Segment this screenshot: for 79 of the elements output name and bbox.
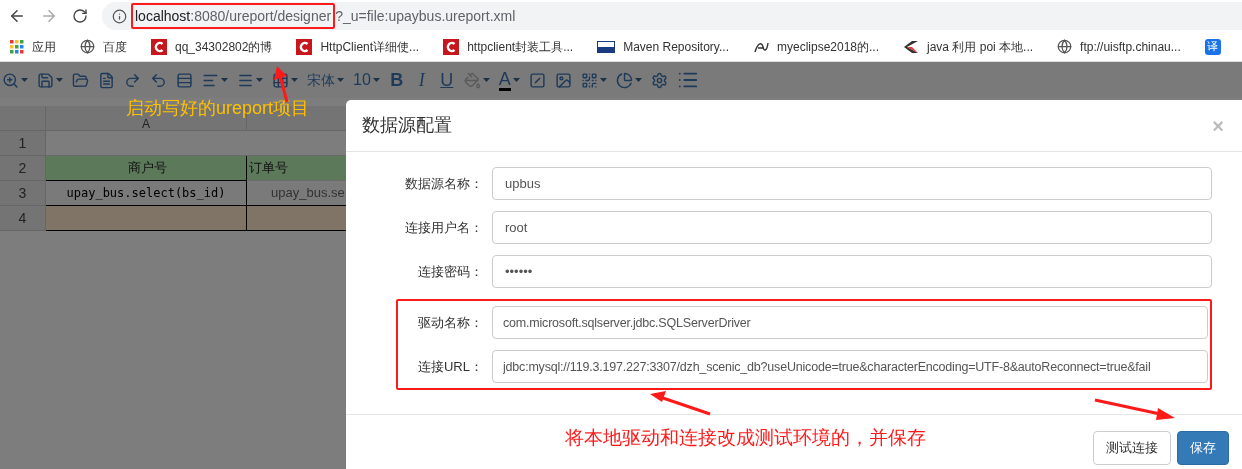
save-icon[interactable] xyxy=(37,71,54,89)
input-field[interactable]: jdbc:mysql://119.3.197.227:3307/dzh_scenic_db?useUnicode=true&characterEncoding=UTF-8&autoReconnect=true&fail xyxy=(492,350,1208,383)
caret-icon xyxy=(256,78,263,82)
address-field[interactable]: localhost:8080/ureport/designer ?_u=file:upaybus.ureport.xml xyxy=(102,2,1242,30)
image-icon[interactable] xyxy=(554,71,572,89)
reload-button[interactable] xyxy=(72,8,88,24)
bookmark[interactable]: qq_34302802的博 xyxy=(151,37,273,56)
row-header: 2 xyxy=(0,156,46,181)
document-icon[interactable] xyxy=(98,71,115,89)
folder-icon[interactable] xyxy=(72,71,89,89)
caret-icon xyxy=(221,78,228,82)
field-label: 数据源名称： xyxy=(404,174,484,193)
settings-icon[interactable] xyxy=(650,71,668,89)
bookmark-label: 应用 xyxy=(32,38,56,56)
row-header: 1 xyxy=(0,131,46,156)
field-label: 连接URL： xyxy=(417,357,484,376)
bookmark[interactable]: myeclipse2018的... xyxy=(753,37,880,56)
letter-c-logo-icon xyxy=(296,38,313,55)
caret-icon xyxy=(56,78,63,82)
bookmark-label: HttpClient详细使... xyxy=(320,38,420,56)
rows-icon[interactable] xyxy=(176,71,193,89)
input-field[interactable]: com.microsoft.sqlserver.jdbc.SQLServerDriver xyxy=(492,306,1208,339)
bookmark[interactable]: HttpClient详细使... xyxy=(296,37,420,56)
url-text: ?_u=file:upaybus.ureport.xml xyxy=(335,6,516,26)
caret-icon xyxy=(372,78,380,82)
url-text: localhost:8080/ureport/designer xyxy=(135,6,332,26)
letter-c-logo-icon xyxy=(151,38,167,55)
input-field[interactable]: root xyxy=(492,211,1212,244)
letter-c-logo-icon xyxy=(443,38,460,55)
caret-icon xyxy=(599,78,607,82)
bookmark[interactable]: java 利用 poi 本地... xyxy=(903,37,1034,56)
bookmark-label: java 利用 poi 本地... xyxy=(927,38,1034,56)
maven-logo-icon xyxy=(597,40,616,53)
back-button[interactable] xyxy=(8,7,26,25)
caret-icon xyxy=(291,78,298,82)
row-header: 4 xyxy=(0,206,46,231)
annotation-text: 将本地驱动和连接改成测试环境的，并保存 xyxy=(565,426,926,450)
bookmark-label: Maven Repository... xyxy=(623,38,729,56)
field-label: 连接密码： xyxy=(417,262,484,281)
annotation-text: 启动写好的ureport项目 xyxy=(126,99,310,117)
bookmark-label: 百度 xyxy=(103,38,127,56)
preview-icon[interactable] xyxy=(2,71,19,89)
caret-icon xyxy=(512,78,520,82)
bookmark-label: httpclient封装工具... xyxy=(467,38,574,56)
caret-icon xyxy=(482,78,490,82)
bookmark[interactable]: 百度 xyxy=(80,37,127,56)
redo-icon[interactable] xyxy=(124,71,141,89)
bookmark[interactable]: Maven Repository... xyxy=(597,37,729,56)
clear-border-icon[interactable] xyxy=(528,71,546,89)
forward-button[interactable] xyxy=(40,7,58,25)
bookmark[interactable]: ftp://uisftp.chinau... xyxy=(1057,37,1181,56)
pie-chart-icon[interactable] xyxy=(615,71,633,89)
field-label: 连接用户名： xyxy=(404,218,484,237)
globe-icon xyxy=(80,39,95,54)
caret-icon xyxy=(21,78,28,82)
apps-grid-icon xyxy=(10,39,24,54)
caret-icon xyxy=(634,78,642,82)
bookmark[interactable]: 应用 xyxy=(10,37,56,56)
translate-icon[interactable]: 译 xyxy=(1204,38,1221,55)
test-connection-button[interactable]: 测试连接 xyxy=(1093,431,1171,465)
bookmark-label: myeclipse2018的... xyxy=(777,38,880,56)
bookmark-label: qq_34302802的博 xyxy=(175,38,273,56)
save-button[interactable]: 保存 xyxy=(1177,431,1229,465)
qr-code-icon[interactable] xyxy=(580,71,598,89)
table-cell: 商户号 xyxy=(46,156,247,181)
bookmark-label: ftp://uisftp.chinau... xyxy=(1080,38,1181,56)
field-label: 驱动名称： xyxy=(417,313,484,332)
bookmark[interactable]: httpclient封装工具... xyxy=(443,37,574,56)
input-field[interactable]: upbus xyxy=(492,167,1212,200)
chevron-logo-icon xyxy=(903,39,920,54)
table-cell: upay_bus.select(bs_id) xyxy=(46,181,247,206)
undo-icon[interactable] xyxy=(150,71,167,89)
paint-bucket-icon[interactable] xyxy=(463,71,481,89)
caret-icon xyxy=(337,78,344,82)
row-header: 3 xyxy=(0,181,46,206)
globe-icon xyxy=(1057,39,1073,54)
info-icon xyxy=(112,8,127,24)
dialog-title: 数据源配置 xyxy=(362,114,452,137)
input-field[interactable]: •••••• xyxy=(492,255,1212,288)
